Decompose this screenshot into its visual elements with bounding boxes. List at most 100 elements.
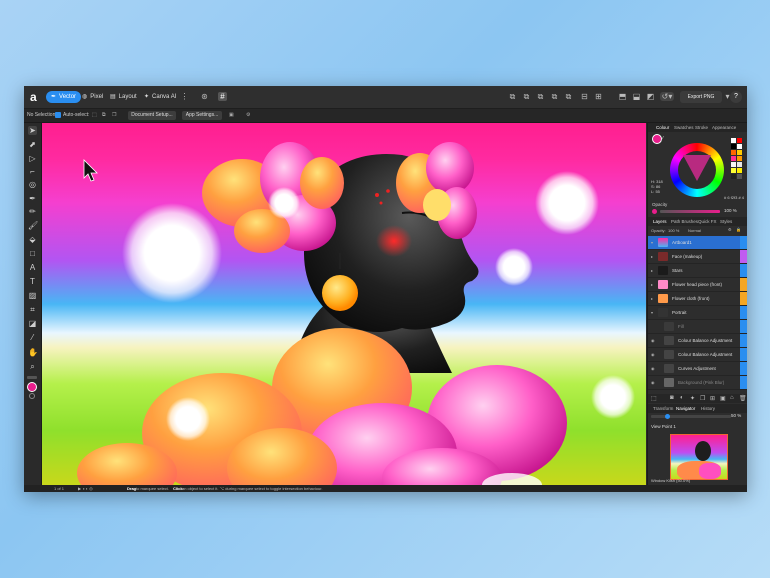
page-navigation-icon[interactable]: ▶ ◑ ◐ ◎ — [78, 486, 93, 491]
pencil-tool-icon[interactable]: ✏ — [28, 207, 37, 216]
expand-chevron-icon[interactable]: ▸ — [651, 296, 653, 301]
new-group-icon[interactable]: ❐ — [700, 395, 705, 402]
swatch[interactable] — [737, 162, 742, 167]
persona-vector-tab[interactable]: ✒ Vector — [46, 91, 82, 103]
tab-path-brushes[interactable]: Path Brushes — [671, 219, 698, 224]
swatch[interactable] — [737, 144, 742, 149]
node-tool-icon[interactable]: ⬈ — [28, 140, 37, 149]
persona-canva-ai-tab[interactable]: ✦ Canva AI — [144, 91, 176, 103]
tab-stroke[interactable]: Stroke — [695, 125, 708, 130]
fill-tool-icon[interactable]: ⬙ — [28, 235, 37, 244]
tab-transform[interactable]: Transform — [653, 406, 673, 411]
zoom-slider[interactable] — [651, 414, 731, 419]
arrange-icon[interactable]: ⊞ — [594, 92, 603, 101]
folder-icon[interactable]: ⌂ — [730, 395, 734, 401]
zoom-value[interactable]: 50 % — [731, 413, 741, 418]
tab-navigator[interactable]: Navigator — [676, 406, 695, 411]
color-picker-tool-icon[interactable]: ⁄ — [28, 333, 37, 342]
swatch[interactable] — [731, 156, 736, 161]
snapping-icon[interactable]: ⊛ — [200, 92, 209, 101]
transform-mode-icon[interactable]: ↺▾ — [660, 92, 674, 101]
layer-select-icon[interactable]: ⧉ — [102, 112, 106, 119]
tab-colour[interactable]: Colour — [656, 125, 669, 130]
app-logo-icon[interactable]: a — [30, 91, 42, 103]
point-transform-tool-icon[interactable]: ▷ — [28, 154, 37, 163]
swatch[interactable] — [731, 168, 736, 173]
visibility-icon[interactable]: ◉ — [651, 338, 655, 343]
shape-tool-icon[interactable]: □ — [28, 249, 37, 258]
tab-history[interactable]: History — [701, 406, 715, 411]
persona-layout-tab[interactable]: ▤ Layout — [110, 91, 137, 103]
document-canvas[interactable] — [42, 123, 646, 485]
expand-chevron-icon[interactable]: ▾ — [651, 310, 653, 315]
grid-icon[interactable]: # — [218, 92, 227, 101]
swatch[interactable] — [737, 174, 742, 179]
new-layer-icon[interactable]: ⊞ — [710, 395, 715, 402]
contour-tool-icon[interactable]: ◎ — [28, 180, 37, 189]
layer-row[interactable]: ◉ Colour Balance Adjustment — [648, 334, 747, 348]
mask-icon[interactable]: ◙ — [670, 395, 674, 401]
colour-triangle[interactable] — [683, 155, 711, 181]
auto-select-checkbox[interactable] — [55, 112, 61, 118]
adjust-icon[interactable]: ◐ — [680, 395, 684, 401]
tab-styles[interactable]: Styles — [720, 219, 732, 224]
settings-gear-icon[interactable]: ⚙ — [246, 112, 250, 119]
layer-row[interactable]: Fill — [648, 320, 747, 334]
layer-row[interactable]: ▸ Face (makeup) — [648, 250, 747, 264]
tab-appearance[interactable]: Appearance — [712, 125, 736, 130]
corner-tool-icon[interactable]: ⌐ — [28, 167, 37, 176]
hand-tool-icon[interactable]: ✋ — [28, 348, 38, 357]
boolean-divide-icon[interactable]: ⧉ — [564, 92, 573, 101]
help-button[interactable]: ? — [730, 91, 742, 103]
layers-opacity-value[interactable]: 100 % — [668, 228, 679, 233]
pen-tool-icon[interactable]: ✒ — [28, 194, 37, 203]
lock-icon[interactable]: 🔒 — [736, 227, 741, 232]
document-setup-button[interactable]: Document Setup... — [128, 111, 176, 120]
boolean-intersect-icon[interactable]: ⧉ — [536, 92, 545, 101]
swatch[interactable] — [737, 138, 742, 143]
move-tool-icon[interactable]: ➤ — [28, 126, 37, 135]
stroke-color-swatch[interactable] — [29, 393, 35, 399]
swatch[interactable] — [731, 138, 736, 143]
view-point-select[interactable]: View Point 1 — [651, 424, 676, 429]
move-to-front-icon[interactable]: ⬒ — [618, 92, 627, 101]
layer-row[interactable]: ▸ Flower cloth (front) — [648, 292, 747, 306]
swatch[interactable] — [737, 156, 742, 161]
swatch[interactable] — [731, 162, 736, 167]
snapping-options-icon[interactable]: ▣ — [229, 112, 234, 119]
layer-row[interactable]: ◉ Curves Adjustment — [648, 362, 747, 376]
zoom-tool-icon[interactable]: ⌕ — [28, 362, 37, 371]
pixel-layer-icon[interactable]: ▣ — [720, 395, 726, 402]
fill-swatch[interactable] — [652, 134, 662, 144]
layer-row[interactable]: ▸ Stars — [648, 264, 747, 278]
boolean-add-icon[interactable]: ⧉ — [508, 92, 517, 101]
group-select-icon[interactable]: ❐ — [112, 112, 116, 119]
visibility-icon[interactable]: ◉ — [651, 380, 655, 385]
transparency-tool-icon[interactable]: ◪ — [28, 319, 37, 328]
swatch[interactable] — [737, 150, 742, 155]
layer-row[interactable]: ◉ Colour Balance Adjustment — [648, 348, 747, 362]
swatch[interactable] — [731, 144, 736, 149]
more-options-icon[interactable]: ⋮ — [180, 92, 189, 101]
move-to-back-icon[interactable]: ⬓ — [632, 92, 641, 101]
tab-quick-fx[interactable]: Quick FX — [698, 219, 717, 224]
artistic-text-tool-icon[interactable]: A — [28, 263, 37, 272]
visibility-icon[interactable]: ◉ — [651, 352, 655, 357]
swatch[interactable] — [737, 168, 742, 173]
hex-readout[interactable]: # 6 f2f3 # 4 — [724, 195, 744, 200]
expand-chevron-icon[interactable]: ▸ — [651, 282, 653, 287]
swatch[interactable] — [731, 174, 736, 179]
blend-mode-select[interactable]: Normal — [688, 228, 701, 233]
tab-layers[interactable]: Layers — [653, 219, 667, 224]
swatch[interactable] — [731, 150, 736, 155]
layer-settings-icon[interactable]: ⚙ — [728, 227, 732, 232]
boolean-xor-icon[interactable]: ⧉ — [550, 92, 559, 101]
app-settings-button[interactable]: App Settings... — [182, 111, 222, 120]
expand-chevron-icon[interactable]: ▸ — [651, 254, 653, 259]
fill-color-swatch[interactable] — [27, 382, 37, 392]
expand-chevron-icon[interactable]: ▾ — [651, 240, 653, 245]
opacity-slider[interactable] — [660, 210, 720, 213]
image-tool-icon[interactable]: ▨ — [28, 291, 37, 300]
auto-select-mode-icon[interactable]: ⬚ — [92, 112, 97, 119]
layer-row[interactable]: ▾ Artboard1 — [648, 236, 747, 250]
